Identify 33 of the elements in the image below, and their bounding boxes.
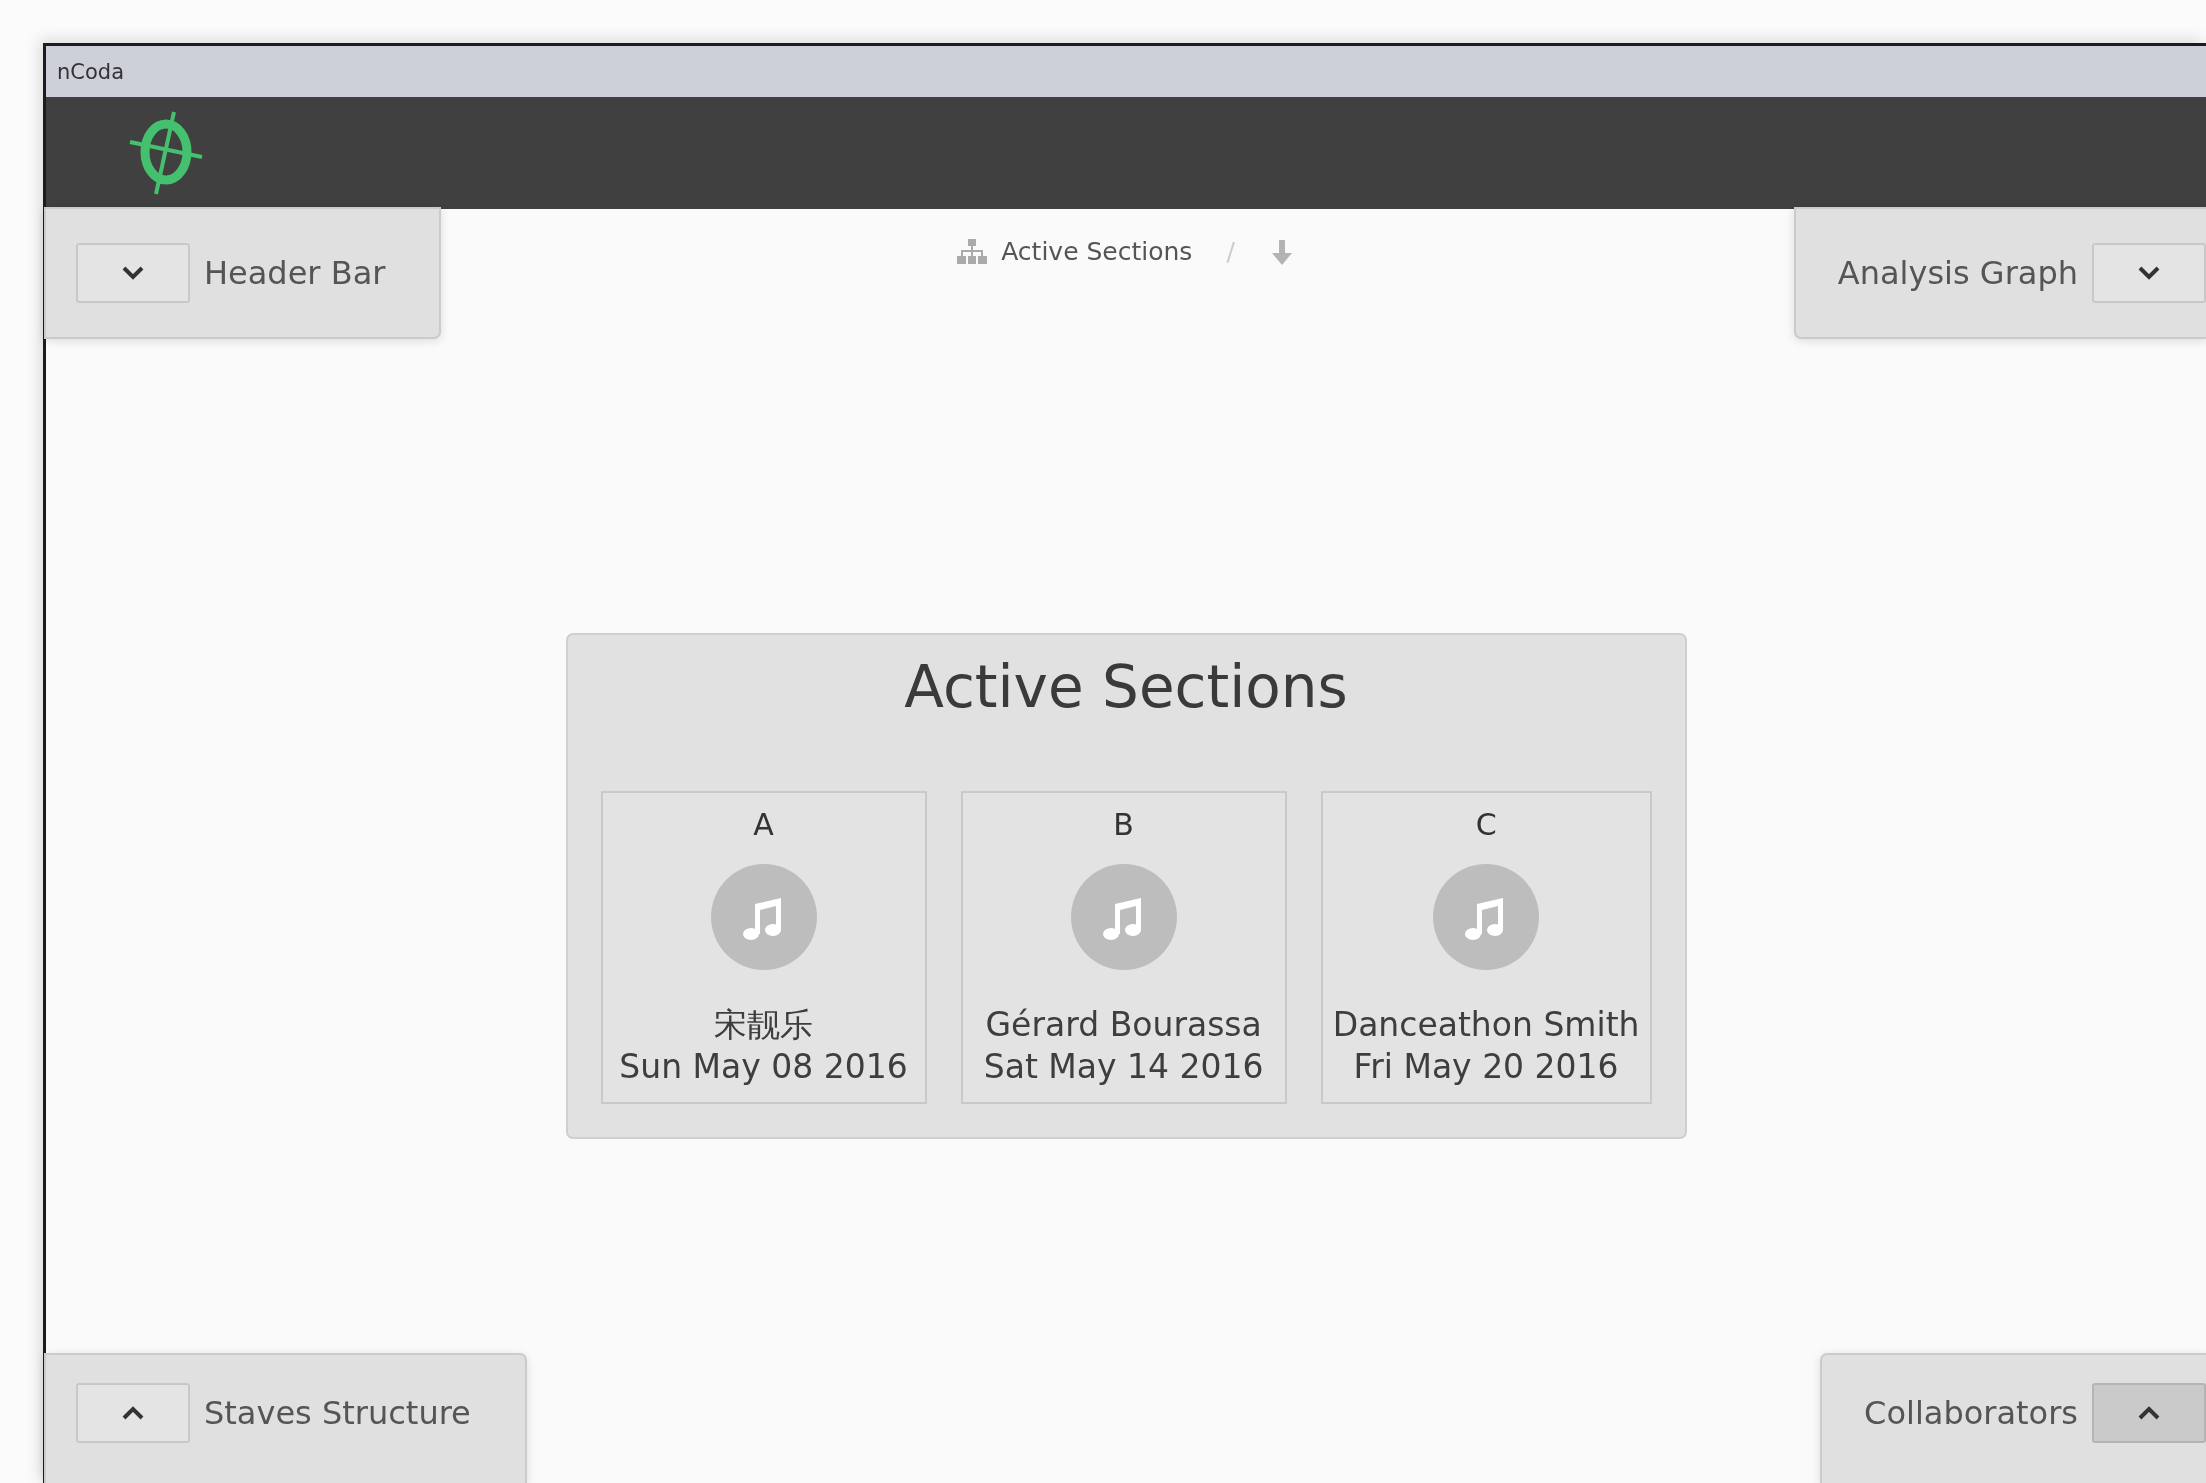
section-tile[interactable]: A 宋靓乐 Sun May 08 2016 [600, 791, 927, 1104]
music-note-icon [1070, 864, 1177, 970]
panel-label: Collaborators [1864, 1394, 2078, 1432]
toggle-button[interactable] [2092, 1383, 2206, 1443]
chevron-up-icon [2138, 1406, 2160, 1420]
toggle-button[interactable] [76, 1383, 190, 1443]
section-letter: C [1475, 807, 1497, 842]
section-tile[interactable]: C Danceathon Smith Fri May 20 2016 [1320, 791, 1652, 1104]
sitemap-icon [957, 238, 988, 265]
chevron-up-icon [122, 1406, 144, 1420]
breadcrumb-separator: / [1226, 237, 1235, 266]
section-letter: B [1113, 807, 1134, 842]
chevron-down-icon [122, 266, 144, 280]
author-name: Danceathon Smith [1332, 1004, 1640, 1046]
section-date: Fri May 20 2016 [1353, 1046, 1619, 1088]
toggle-button[interactable] [2092, 243, 2206, 303]
panel-label: Analysis Graph [1837, 254, 2078, 292]
section-date: Sat May 14 2016 [983, 1046, 1264, 1088]
music-note-icon [710, 864, 817, 970]
theta-logo-icon[interactable] [128, 110, 204, 196]
author-name: 宋靓乐 [714, 1004, 814, 1046]
panel-label: Staves Structure [204, 1394, 471, 1432]
music-note-icon [1433, 864, 1540, 970]
window-title: nCoda [57, 59, 125, 84]
chevron-down-icon [2138, 266, 2160, 280]
author-name: Gérard Bourassa [985, 1004, 1262, 1046]
section-date: Sun May 08 2016 [619, 1046, 908, 1088]
panel-label: Header Bar [204, 254, 386, 292]
card-title: Active Sections [904, 653, 1348, 721]
breadcrumb-link[interactable]: Active Sections [1001, 237, 1193, 266]
section-letter: A [753, 807, 774, 842]
toggle-button[interactable] [76, 243, 190, 303]
section-tile[interactable]: B Gérard Bourassa Sat May 14 2016 [960, 791, 1287, 1104]
